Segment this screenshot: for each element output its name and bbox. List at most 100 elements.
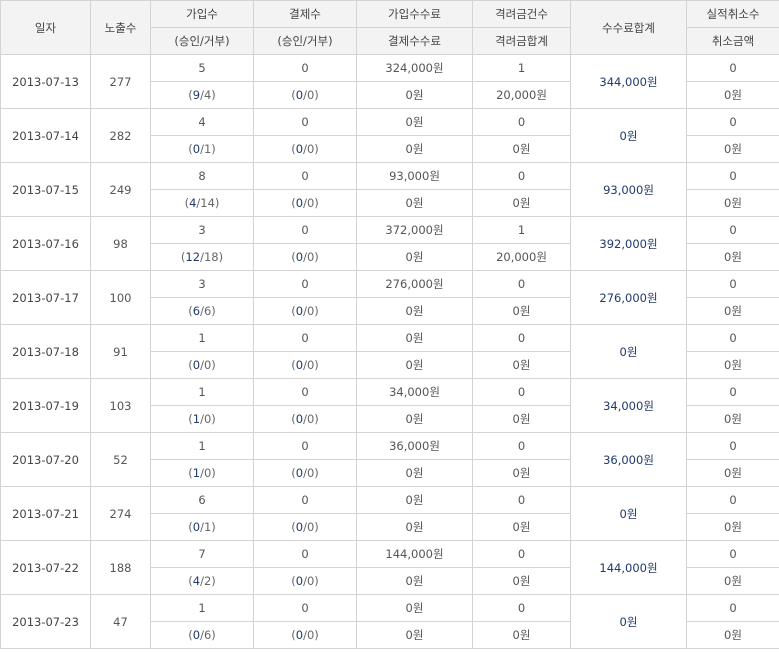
payment-fee-cell: 0원: [356, 297, 473, 325]
fee-total-cell: 144,000원: [570, 540, 687, 595]
signup-fee-cell: 0원: [356, 108, 473, 136]
bonus-count-cell: 0: [472, 486, 571, 514]
table-row: 2013-07-16 98 3 0 372,000원 1 392,000원 0: [0, 216, 779, 271]
fee-total-cell: 0원: [570, 324, 687, 379]
fee-total-cell: 93,000원: [570, 162, 687, 217]
date-cell: 2013-07-22: [0, 540, 91, 595]
exposure-cell: 91: [90, 324, 151, 379]
bonus-sum-cell: 20,000원: [472, 81, 571, 109]
cancel-amount-cell: 0원: [686, 297, 779, 325]
exposure-cell: 282: [90, 108, 151, 163]
signup-approve-reject-cell: (12/18): [150, 243, 254, 271]
header-payment-fee: 결제수수료: [356, 27, 473, 55]
bonus-sum-cell: 0원: [472, 135, 571, 163]
paren-close: ): [211, 88, 216, 102]
paren-close: ): [314, 412, 319, 426]
paren-close: ): [314, 196, 319, 210]
cancel-amount-cell: 0원: [686, 567, 779, 595]
approve-count: 9: [192, 88, 201, 102]
bonus-sum-cell: 20,000원: [472, 243, 571, 271]
fee-total-cell: 0원: [570, 594, 687, 649]
approve-count: 0: [295, 574, 304, 588]
payment-approve-reject-cell: (0/0): [253, 81, 357, 109]
paren-close: ): [211, 412, 216, 426]
payment-count-cell: 0: [253, 270, 357, 298]
payment-count-cell: 0: [253, 378, 357, 406]
paren-close: ): [211, 520, 216, 534]
signup-count-cell: 8: [150, 162, 254, 190]
signup-count-cell: 1: [150, 324, 254, 352]
paren-close: ): [314, 628, 319, 642]
approve-count: 0: [295, 142, 304, 156]
payment-approve-reject-cell: (0/0): [253, 567, 357, 595]
paren-close: ): [314, 142, 319, 156]
approve-count: 0: [192, 520, 201, 534]
bonus-count-cell: 0: [472, 432, 571, 460]
approve-count: 0: [295, 412, 304, 426]
cancel-count-cell: 0: [686, 54, 779, 82]
paren-close: ): [211, 142, 216, 156]
payment-fee-cell: 0원: [356, 621, 473, 649]
bonus-count-cell: 0: [472, 540, 571, 568]
table-row: 2013-07-18 91 1 0 0원 0 0원 0: [0, 324, 779, 379]
paren-close: ): [314, 250, 319, 264]
header-row-1: 일자 노출수 가입수 결제수 가입수수료 격려금건수 수수료합계 실적취소수: [0, 0, 779, 55]
cancel-amount-cell: 0원: [686, 135, 779, 163]
fee-total-cell: 276,000원: [570, 270, 687, 325]
payment-fee-cell: 0원: [356, 351, 473, 379]
cancel-amount-cell: 0원: [686, 459, 779, 487]
table-row: 2013-07-15 249 8 0 93,000원 0 93,000원 0: [0, 162, 779, 217]
bonus-count-cell: 1: [472, 54, 571, 82]
fee-total-cell: 34,000원: [570, 378, 687, 433]
table-row: 2013-07-17 100 3 0 276,000원 0 276,000원 0: [0, 270, 779, 325]
paren-close: ): [211, 304, 216, 318]
bonus-count-cell: 0: [472, 594, 571, 622]
bonus-count-cell: 0: [472, 270, 571, 298]
cancel-amount-cell: 0원: [686, 351, 779, 379]
paren-close: ): [211, 628, 216, 642]
paren-close: ): [218, 250, 224, 264]
bonus-sum-cell: 0원: [472, 621, 571, 649]
payment-approve-reject-cell: (0/0): [253, 297, 357, 325]
table-row: 2013-07-20 52 1 0 36,000원 0 36,000원 0: [0, 432, 779, 487]
cancel-amount-cell: 0원: [686, 405, 779, 433]
approve-count: 0: [295, 628, 304, 642]
cancel-amount-cell: 0원: [686, 189, 779, 217]
date-cell: 2013-07-15: [0, 162, 91, 217]
signup-fee-cell: 324,000원: [356, 54, 473, 82]
bonus-count-cell: 0: [472, 108, 571, 136]
table-row: 2013-07-14 282 4 0 0원 0 0원 0: [0, 108, 779, 163]
exposure-cell: 274: [90, 486, 151, 541]
signup-count-cell: 1: [150, 432, 254, 460]
bonus-sum-cell: 0원: [472, 405, 571, 433]
signup-count-cell: 3: [150, 270, 254, 298]
reject-count: 18: [203, 250, 219, 264]
table-row: 2013-07-19 103 1 0 34,000원 0 34,000원 0: [0, 378, 779, 433]
payment-count-cell: 0: [253, 540, 357, 568]
bonus-count-cell: 0: [472, 378, 571, 406]
payment-count-cell: 0: [253, 486, 357, 514]
signup-approve-reject-cell: (1/0): [150, 405, 254, 433]
cancel-count-cell: 0: [686, 432, 779, 460]
header-date: 일자: [0, 0, 91, 55]
payment-approve-reject-cell: (0/0): [253, 405, 357, 433]
approve-count: 0: [192, 358, 201, 372]
signup-fee-cell: 0원: [356, 324, 473, 352]
payment-count-cell: 0: [253, 108, 357, 136]
date-cell: 2013-07-21: [0, 486, 91, 541]
fee-total-cell: 392,000원: [570, 216, 687, 271]
signup-fee-cell: 144,000원: [356, 540, 473, 568]
signup-approve-reject-cell: (9/4): [150, 81, 254, 109]
cancel-count-cell: 0: [686, 270, 779, 298]
payment-count-cell: 0: [253, 594, 357, 622]
payment-fee-cell: 0원: [356, 81, 473, 109]
signup-approve-reject-cell: (4/2): [150, 567, 254, 595]
cancel-count-cell: 0: [686, 162, 779, 190]
bonus-count-cell: 1: [472, 216, 571, 244]
date-cell: 2013-07-16: [0, 216, 91, 271]
signup-fee-cell: 36,000원: [356, 432, 473, 460]
approve-count: 6: [192, 304, 201, 318]
payment-approve-reject-cell: (0/0): [253, 621, 357, 649]
signup-fee-cell: 276,000원: [356, 270, 473, 298]
signup-fee-cell: 372,000원: [356, 216, 473, 244]
